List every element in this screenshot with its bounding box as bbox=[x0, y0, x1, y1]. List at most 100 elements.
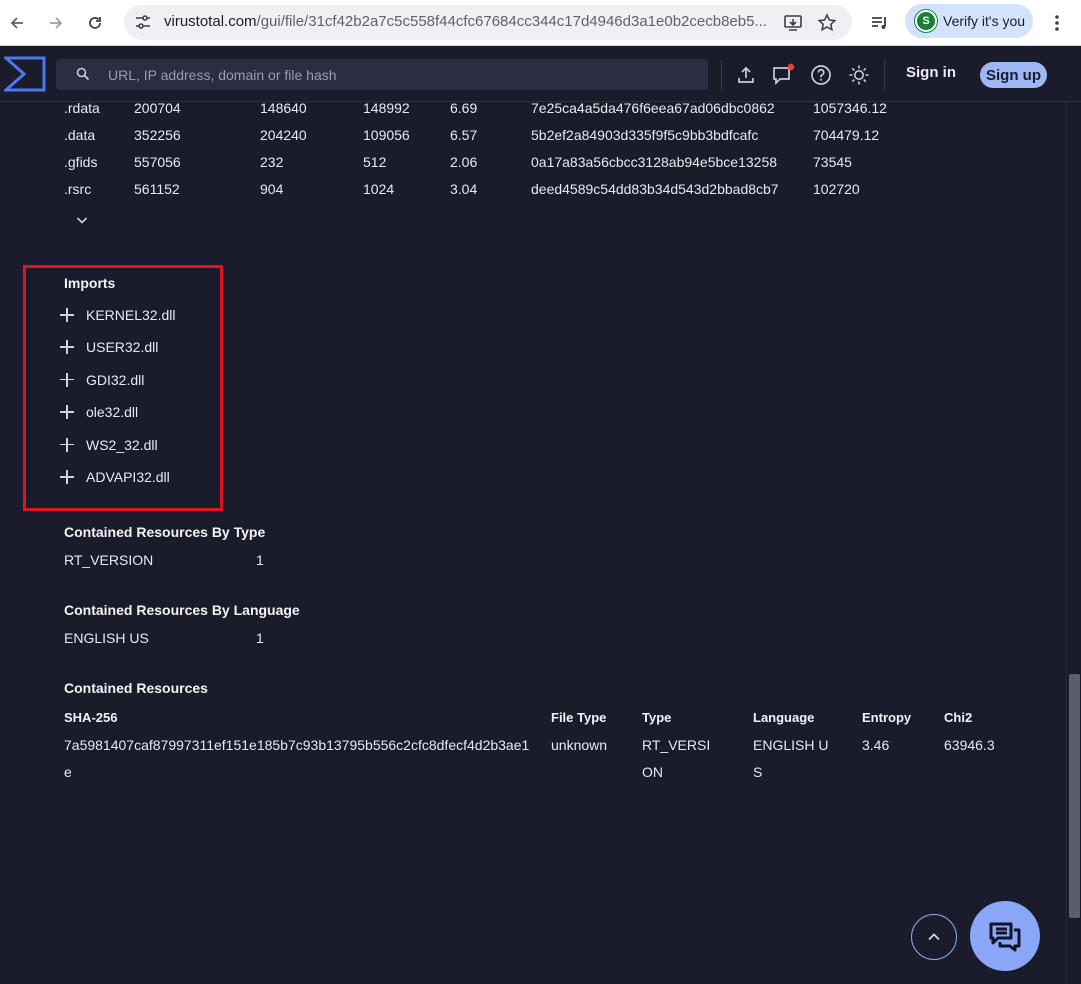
resource-language-count: 1 bbox=[256, 630, 264, 646]
section-cell: 2.06 bbox=[450, 154, 478, 170]
section-cell: .rdata bbox=[64, 100, 100, 116]
section-cell: 109056 bbox=[363, 127, 410, 143]
sign-up-button[interactable]: Sign up bbox=[980, 62, 1047, 88]
resources-cell: RT_VERSION bbox=[642, 737, 711, 780]
section-cell: 204240 bbox=[260, 127, 307, 143]
section-cell: 7e25ca4a5da476f6eea67ad06dbc0862 bbox=[531, 100, 775, 116]
import-dll-name: WS2_32.dll bbox=[86, 436, 158, 453]
import-item[interactable]: USER32.dll bbox=[60, 338, 158, 356]
page-scrollbar[interactable] bbox=[1066, 102, 1081, 984]
import-dll-name: USER32.dll bbox=[86, 339, 159, 356]
section-cell: 1057346.12 bbox=[813, 100, 887, 116]
plus-icon[interactable] bbox=[60, 437, 74, 452]
virustotal-logo-icon[interactable] bbox=[4, 55, 46, 93]
section-cell: 6.57 bbox=[450, 127, 478, 143]
section-cell: deed4589c54dd83b34d543d2bbad8cb7 bbox=[531, 181, 779, 197]
section-cell: 73545 bbox=[813, 154, 852, 170]
resources-cell: 3.46 bbox=[862, 737, 890, 753]
import-item[interactable]: WS2_32.dll bbox=[60, 436, 158, 454]
section-cell: .data bbox=[64, 127, 96, 143]
imports-heading: Imports bbox=[64, 275, 116, 291]
import-item[interactable]: ole32.dll bbox=[60, 403, 138, 421]
verify-label: Verify it's you bbox=[943, 13, 1026, 29]
import-dll-name: ole32.dll bbox=[86, 404, 139, 421]
resources-cell: unknown bbox=[551, 737, 608, 753]
header-divider bbox=[721, 60, 722, 90]
resources-column-header: Entropy bbox=[862, 710, 912, 725]
chat-support-button[interactable] bbox=[970, 901, 1040, 971]
plus-icon[interactable] bbox=[60, 470, 74, 484]
help-icon[interactable] bbox=[809, 63, 833, 87]
theme-toggle-icon[interactable] bbox=[847, 63, 871, 87]
section-cell: 512 bbox=[363, 154, 387, 170]
resources-by-type-heading: Contained Resources By Type bbox=[64, 524, 266, 540]
import-dll-name: ADVAPI32.dll bbox=[86, 469, 170, 485]
resource-type-label: RT_VERSION bbox=[64, 552, 154, 568]
section-cell: 5b2ef2a84903d335f9f5c9bb3bdfcafc bbox=[531, 127, 759, 143]
section-cell: 1024 bbox=[363, 181, 395, 197]
section-cell: .gfids bbox=[64, 154, 98, 170]
import-item[interactable]: GDI32.dll bbox=[60, 371, 144, 389]
resources-by-language-heading: Contained Resources By Language bbox=[64, 602, 300, 618]
resource-language-label: ENGLISH US bbox=[64, 630, 149, 646]
back-icon[interactable] bbox=[3, 9, 31, 37]
contained-resources-heading: Contained Resources bbox=[64, 680, 208, 696]
section-row: .rsrc 561152 904 1024 3.04 deed4589c54dd83b34… bbox=[0, 181, 1000, 199]
chevron-up-icon bbox=[928, 933, 940, 941]
plus-icon[interactable] bbox=[60, 308, 74, 322]
upload-icon[interactable] bbox=[734, 63, 758, 87]
plus-icon[interactable] bbox=[60, 340, 74, 355]
scrollbar-thumb[interactable] bbox=[1069, 674, 1080, 918]
url-text: virustotal.com/gui/file/31cf42b2a7c5c558… bbox=[164, 13, 767, 30]
search-input[interactable] bbox=[108, 59, 688, 90]
forum-chat-icon bbox=[989, 922, 1021, 952]
section-row: .data 352256 204240 109056 6.57 5b2ef2a84903d… bbox=[0, 127, 1000, 145]
file-details-content: .rdata 200704 148640 148992 6.69 7e25ca4a5da4… bbox=[0, 100, 1066, 984]
bookmark-star-icon[interactable] bbox=[816, 12, 838, 34]
section-row: .gfids 557056 232 512 2.06 0a17a83a56cbcc3128… bbox=[0, 154, 1000, 172]
expand-sections-chevron-icon[interactable] bbox=[74, 212, 90, 228]
sign-in-link[interactable]: Sign in bbox=[906, 64, 956, 81]
resources-column-header: Language bbox=[753, 710, 815, 725]
notifications-chat-icon[interactable] bbox=[771, 63, 795, 87]
resources-column-header: SHA-256 bbox=[64, 710, 118, 725]
profile-avatar: S bbox=[915, 10, 937, 32]
reload-icon[interactable] bbox=[81, 9, 109, 37]
site-settings-icon[interactable] bbox=[134, 13, 152, 31]
forward-icon[interactable] bbox=[42, 9, 70, 37]
section-cell: 704479.12 bbox=[813, 127, 880, 143]
media-controls-icon[interactable] bbox=[866, 9, 894, 37]
resources-column-header: Type bbox=[642, 710, 672, 725]
import-item[interactable]: KERNEL32.dll bbox=[60, 306, 176, 324]
search-bar[interactable] bbox=[56, 59, 708, 90]
section-cell: 148640 bbox=[260, 100, 307, 116]
resources-cell: ENGLISH US bbox=[753, 737, 829, 780]
section-cell: 200704 bbox=[134, 100, 181, 116]
section-cell: 561152 bbox=[134, 181, 180, 197]
resources-column-header: File Type bbox=[551, 710, 607, 725]
header-divider bbox=[884, 60, 885, 90]
section-row: .rdata 200704 148640 148992 6.69 7e25ca4a5da4… bbox=[0, 100, 1000, 118]
resources-cell: 7a5981407caf87997311ef151e185b7c93b13795… bbox=[64, 737, 530, 780]
section-cell: 904 bbox=[260, 181, 284, 197]
site-header: Sign in Sign up bbox=[0, 46, 1081, 102]
plus-icon[interactable] bbox=[60, 372, 74, 387]
section-cell: 102720 bbox=[813, 181, 860, 197]
resources-cell: 63946.3 bbox=[944, 737, 995, 753]
section-cell: 148992 bbox=[363, 100, 410, 116]
import-dll-name: GDI32.dll bbox=[86, 371, 145, 388]
browser-menu-icon[interactable] bbox=[1043, 9, 1071, 37]
scroll-to-top-button[interactable] bbox=[911, 914, 957, 960]
section-cell: 352256 bbox=[134, 127, 181, 143]
import-item[interactable]: ADVAPI32.dll bbox=[60, 468, 170, 486]
section-cell: 232 bbox=[260, 154, 284, 170]
section-cell: 3.04 bbox=[450, 181, 478, 197]
browser-toolbar: virustotal.com/gui/file/31cf42b2a7c5c558… bbox=[0, 0, 1081, 46]
plus-icon[interactable] bbox=[60, 405, 74, 420]
resources-column-header: Chi2 bbox=[944, 710, 973, 725]
resource-type-count: 1 bbox=[256, 552, 264, 568]
address-bar[interactable]: virustotal.com/gui/file/31cf42b2a7c5c558… bbox=[124, 5, 852, 40]
section-cell: .rsrc bbox=[64, 181, 92, 197]
verify-profile-chip[interactable]: S Verify it's you bbox=[905, 4, 1033, 38]
install-app-icon[interactable] bbox=[782, 12, 804, 34]
